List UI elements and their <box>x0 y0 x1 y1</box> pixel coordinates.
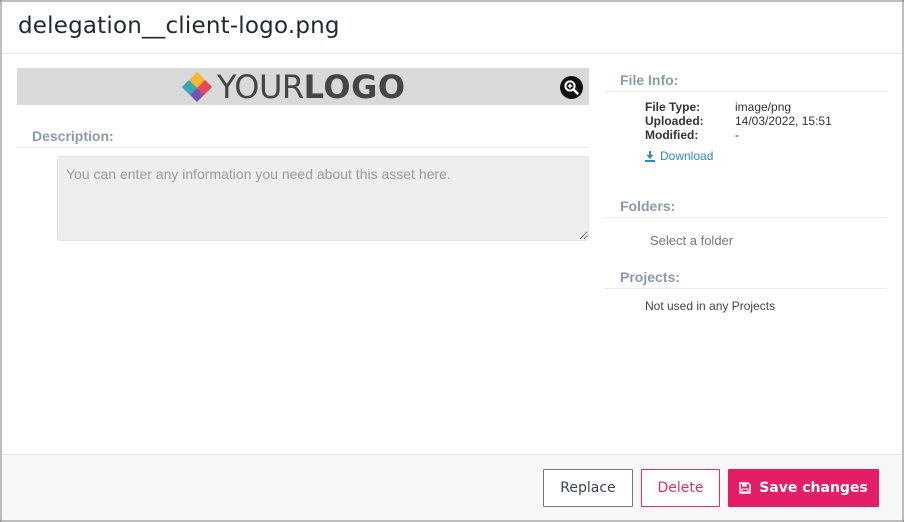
modal-title: delegation__client-logo.png <box>18 13 340 39</box>
projects-text: Not used in any Projects <box>645 299 776 313</box>
image-preview: YOUR LOGO <box>17 68 589 106</box>
download-icon <box>645 151 655 162</box>
logo-diamond-icon <box>182 72 212 102</box>
folder-select[interactable]: Select a folder <box>650 233 733 248</box>
uploaded-value: 14/03/2022, 15:51 <box>735 114 832 128</box>
logo-text-bold: LOGO <box>303 68 406 106</box>
logo-image: YOUR LOGO <box>181 68 406 106</box>
modified-value: - <box>735 128 739 142</box>
replace-button[interactable]: Replace <box>543 469 633 507</box>
modal-header: delegation__client-logo.png <box>2 2 902 54</box>
zoom-button[interactable] <box>560 76 583 99</box>
uploaded-key: Uploaded: <box>645 114 704 128</box>
description-divider <box>17 147 589 148</box>
description-input[interactable] <box>57 156 589 241</box>
folders-divider <box>605 217 887 218</box>
file-type-value: image/png <box>735 100 792 114</box>
file-type-key: File Type: <box>645 100 701 114</box>
file-info-divider <box>605 91 887 92</box>
modified-key: Modified: <box>645 128 699 142</box>
download-label: Download <box>660 149 714 163</box>
folders-label: Folders: <box>620 198 676 214</box>
description-label: Description: <box>32 128 114 144</box>
modal-footer: Replace Delete Save changes <box>2 454 902 520</box>
save-changes-button[interactable]: Save changes <box>728 469 879 507</box>
asset-modal: delegation__client-logo.png YOUR LOGO De… <box>0 0 904 522</box>
projects-label: Projects: <box>620 269 680 285</box>
projects-divider <box>605 288 887 289</box>
download-link[interactable]: Download <box>644 149 713 163</box>
logo-text-light: YOUR <box>217 68 304 106</box>
file-info-label: File Info: <box>620 72 679 88</box>
save-changes-label: Save changes <box>759 480 868 496</box>
zoom-in-icon <box>564 80 579 95</box>
floppy-disk-icon <box>739 482 751 494</box>
delete-button[interactable]: Delete <box>641 469 720 507</box>
